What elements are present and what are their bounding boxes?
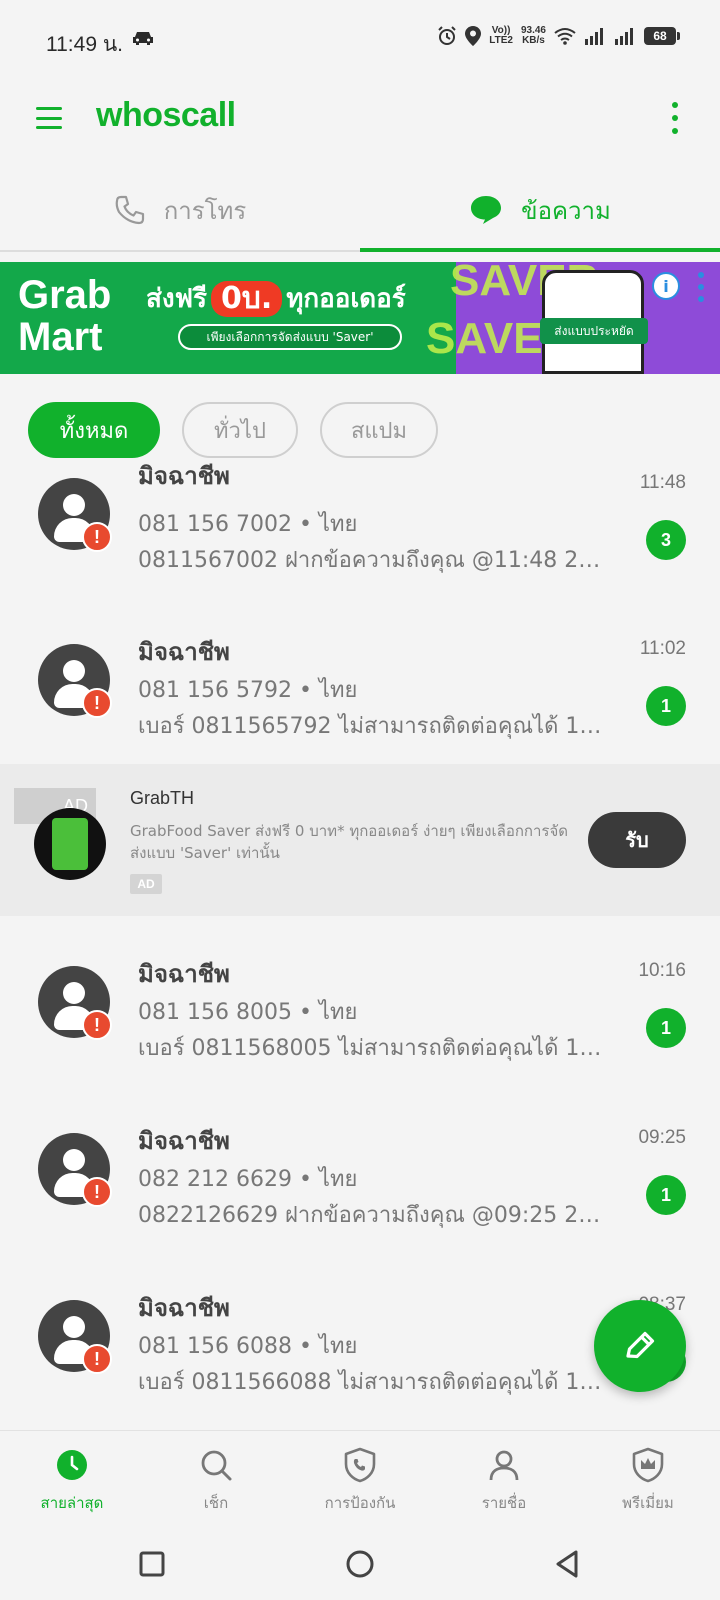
message-sender: มิจฉาชีพ [138,638,230,666]
warning-icon: ! [82,1344,112,1374]
banner-headline: ส่งฟรี 0บ. ทุกออเดอร์ [146,280,406,317]
battery-indicator: 68 [644,27,680,45]
message-time: 11:48 [639,472,686,493]
filter-general[interactable]: ทั่วไป [182,402,298,458]
signal-icon [585,28,603,45]
nav-check[interactable]: เช็ก [144,1431,288,1528]
message-preview: เบอร์ 0811565792 ไม่สามารถติดต่อคุณได้ 1… [138,714,604,739]
message-bubble-icon [471,196,502,224]
clock-icon [57,1450,87,1480]
filter-chips: ทั้งหมด ทั่วไป สแปม [28,402,438,458]
menu-icon[interactable] [36,107,62,129]
main-tabs: การโทร ข้อความ [0,170,720,252]
wifi-icon [554,28,576,45]
nav-premium[interactable]: พรีเมี่ยม [576,1431,720,1528]
message-sender: มิจฉาชีพ [138,1294,230,1322]
message-item[interactable]: ! มิจฉาชีพ 081 156 5792 • ไทย เบอร์ 0811… [0,620,720,788]
nav-check-label: เช็ก [203,1494,229,1512]
app-logo: whoscall [96,96,236,134]
alarm-icon [438,26,456,45]
system-navigation [0,1528,720,1600]
pencil-icon [626,1331,655,1359]
message-item[interactable]: ! มิจฉาชีพ 082 212 6629 • ไทย 0822126629… [0,1109,720,1277]
message-preview: 0822126629 ฝากข้อความถึงคุณ @09:25 24/0.… [138,1203,604,1228]
ad-description: GrabFood Saver ส่งฟรี 0 บาท* ทุกออเดอร์ … [130,822,569,862]
banner-image: SAVER SAVER ส่งแบบประหยัด [426,262,720,374]
free-badge: 0บ. [210,280,283,317]
status-bar: 11:49 น. Vo)) LTE2 93.46 KB/s 68 [0,0,720,80]
search-icon [201,1450,232,1481]
message-preview: เบอร์ 0811568005 ไม่สามารถติดต่อคุณได้ 1… [138,1036,604,1061]
message-item[interactable]: ! มิจฉาชีพ 081 156 8005 • ไทย เบอร์ 0811… [0,942,720,1110]
status-icons: Vo)) LTE2 93.46 KB/s 68 [437,25,680,46]
compose-button[interactable] [594,1300,686,1392]
nav-contacts[interactable]: รายชื่อ [432,1431,576,1528]
native-ad[interactable]: AD GrabTH GrabFood Saver ส่งฟรี 0 บาท* ท… [0,764,720,916]
app-bar: whoscall [0,80,720,160]
bottom-navigation: สายล่าสุด เช็ก การป้องกัน รายชื่อ พรีเมี… [0,1430,720,1528]
message-time: 10:16 [638,960,686,981]
message-sender: มิจฉาชีพ [138,1127,230,1155]
location-icon [465,26,482,46]
tab-messages-label: ข้อความ [521,196,611,225]
message-preview: 0811567002 ฝากข้อความถึงคุณ @11:48 24/0.… [138,548,604,573]
warning-icon: ! [82,1010,112,1040]
filter-all[interactable]: ทั้งหมด [28,402,160,458]
unread-count-badge: 3 [646,520,686,560]
recent-apps-icon[interactable] [136,1548,168,1580]
nav-recent-label: สายล่าสุด [40,1494,104,1512]
shield-phone-icon [344,1447,376,1483]
ad-tag: AD [130,874,162,894]
back-icon[interactable] [552,1548,584,1580]
banner-ad[interactable]: Grab Mart ส่งฟรี 0บ. ทุกออเดอร์ เพียงเลื… [0,262,720,374]
info-icon[interactable]: i [652,272,680,300]
ad-more-icon[interactable] [696,272,706,302]
filter-spam[interactable]: สแปม [320,402,438,458]
tab-messages[interactable]: ข้อความ [360,170,720,252]
message-sender: มิจฉาชีพ [138,960,230,988]
nav-premium-label: พรีเมี่ยม [622,1494,674,1512]
status-time: 11:49 น. [46,33,124,56]
banner-phone-button: ส่งแบบประหยัด [540,318,648,344]
tab-calls-label: การโทร [163,196,247,225]
message-time: 11:02 [639,638,686,659]
message-number: 082 212 6629 • ไทย [138,1167,358,1192]
ad-title: GrabTH [130,788,195,808]
warning-icon: ! [82,1177,112,1207]
ad-cta-button[interactable]: รับ [588,812,686,868]
banner-subline: เพียงเลือกการจัดส่งแบบ 'Saver' [178,324,402,350]
message-time: 09:25 [638,1127,686,1148]
advertiser-logo [34,808,106,880]
unread-count-badge: 1 [646,686,686,726]
message-number: 081 156 8005 • ไทย [138,1000,358,1025]
volte-indicator: Vo)) LTE2 [489,25,513,46]
nav-recent[interactable]: สายล่าสุด [0,1431,144,1528]
message-number: 081 156 7002 • ไทย [138,512,358,537]
nav-protection[interactable]: การป้องกัน [288,1431,432,1528]
message-number: 081 156 6088 • ไทย [138,1334,358,1359]
car-icon [133,32,153,45]
message-preview: เบอร์ 0811566088 ไม่สามารถติดต่อคุณได้ 1… [138,1370,604,1395]
unread-count-badge: 1 [646,1175,686,1215]
unread-count-badge: 1 [646,1008,686,1048]
message-number: 081 156 5792 • ไทย [138,678,358,703]
nav-contacts-label: รายชื่อ [481,1494,527,1512]
signal-icon [615,28,633,45]
warning-icon: ! [82,522,112,552]
warning-icon: ! [82,688,112,718]
message-sender: มิจฉาชีพ [138,462,230,490]
network-speed: 93.46 KB/s [520,25,546,46]
message-item[interactable]: ! มิจฉาชีพ 081 156 7002 • ไทย 0811567002… [0,462,720,584]
grabmart-logo: Grab Mart [18,273,112,359]
tab-calls[interactable]: การโทร [0,170,360,250]
phone-icon [115,195,144,225]
person-icon [489,1450,519,1481]
home-icon[interactable] [344,1548,376,1580]
crown-shield-icon [632,1447,664,1483]
nav-protection-label: การป้องกัน [324,1494,396,1512]
more-vert-icon[interactable] [670,102,680,134]
